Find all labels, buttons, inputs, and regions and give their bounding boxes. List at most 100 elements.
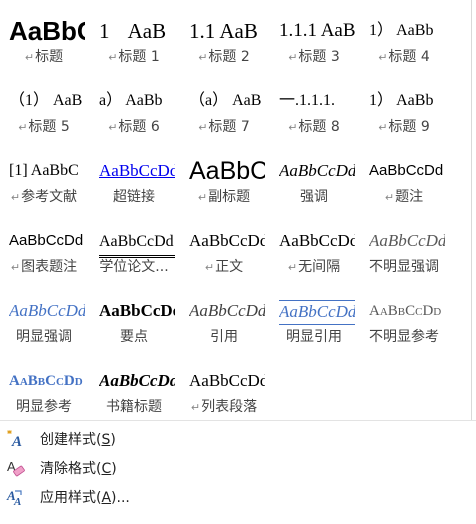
apply-style-icon: A A (6, 487, 26, 508)
style-normal[interactable]: AaBbCcDd ↵正文 (180, 216, 268, 282)
svg-text:A: A (11, 434, 22, 449)
style-heading-5[interactable]: （1） AaB ↵标题 5 (0, 76, 88, 142)
style-heading-8[interactable]: 一.1.1.1. ↵标题 8 (270, 76, 358, 142)
style-heading-7[interactable]: （a） AaB ↵标题 7 (180, 76, 268, 142)
paragraph-mark-icon: ↵ (108, 51, 118, 64)
svg-text:A: A (13, 496, 21, 507)
style-label: 不明显参考 (369, 329, 439, 345)
style-preview: AaBbCcDd (279, 231, 355, 250)
style-preview: AaBbCcDd (189, 231, 265, 250)
style-label: ↵标题 3 (288, 49, 340, 65)
style-label: ↵标题 9 (378, 119, 430, 135)
create-style-label: 创建样式(S) (40, 432, 116, 448)
style-preview: 1） AaBb (369, 92, 434, 109)
style-heading-2[interactable]: 1.1 AaB ↵标题 2 (180, 6, 268, 72)
style-preview: [1] AaBbC (9, 162, 79, 179)
style-quote[interactable]: AaBbCcDd 引用 (180, 286, 268, 352)
paragraph-mark-icon: ↵ (198, 121, 208, 134)
style-label: 强调 (300, 189, 328, 205)
style-label: ↵正文 (204, 259, 244, 275)
style-label: 不明显强调 (369, 259, 439, 275)
style-preview: AaBbCcDd (99, 301, 175, 320)
style-preview: AaBbCcDd (189, 301, 265, 320)
style-preview: AaBbCcDd (279, 300, 355, 325)
style-hyperlink[interactable]: AaBbCcDd 超链接 (90, 146, 178, 212)
style-strong[interactable]: AaBbCcDd 要点 (90, 286, 178, 352)
style-preview: 1 AaB (99, 19, 167, 43)
style-title[interactable]: AaBbC ↵标题 (0, 6, 88, 72)
paragraph-mark-icon: ↵ (190, 401, 201, 414)
style-label: 明显强调 (16, 329, 72, 345)
apply-style-label: 应用样式(A)... (40, 490, 130, 506)
style-label: ↵图表题注 (10, 259, 78, 275)
style-references[interactable]: [1] AaBbC ↵参考文献 (0, 146, 88, 212)
style-label: ↵题注 (384, 189, 424, 205)
style-label: 学位论文... (99, 259, 169, 275)
style-label: 书籍标题 (106, 399, 162, 415)
style-preview: AaBbCcDd (9, 373, 83, 389)
style-heading-4[interactable]: 1） AaBb ↵标题 4 (360, 6, 448, 72)
style-preview: （a） AaB (189, 92, 262, 109)
style-no-spacing[interactable]: AaBbCcDd ↵无间隔 (270, 216, 358, 282)
style-preview: a） AaBb (99, 92, 163, 109)
style-emphasis[interactable]: AaBbCcDd 强调 (270, 146, 358, 212)
paragraph-mark-icon: ↵ (18, 121, 28, 134)
style-preview: AaBbCcDd (369, 231, 445, 250)
style-label: ↵无间隔 (287, 259, 341, 275)
style-label: ↵标题 1 (108, 49, 160, 65)
style-subtitle[interactable]: AaBbC ↵副标题 (180, 146, 268, 212)
paragraph-mark-icon: ↵ (24, 51, 35, 64)
style-label: 明显引用 (286, 329, 342, 345)
style-preview: （1） AaB (9, 92, 83, 109)
style-label: ↵标题 (24, 49, 64, 65)
style-label: 要点 (120, 329, 148, 345)
style-label: ↵标题 5 (18, 119, 70, 135)
style-label: ↵标题 6 (108, 119, 160, 135)
style-intense-quote[interactable]: AaBbCcDd 明显引用 (270, 286, 358, 352)
create-style-icon: A (6, 429, 26, 450)
style-label: ↵副标题 (197, 189, 251, 205)
style-figure-caption[interactable]: AaBbCcDd ↵图表题注 (0, 216, 88, 282)
style-preview: AaBbCcDd (99, 371, 175, 390)
style-heading-9[interactable]: 1） AaBb ↵标题 9 (360, 76, 448, 142)
style-intense-emphasis[interactable]: AaBbCcDd 明显强调 (0, 286, 88, 352)
clear-format-menu-item[interactable]: A 清除格式(C) (0, 454, 476, 482)
style-label: ↵列表段落 (190, 399, 258, 415)
style-preview: AaBbCcDd (9, 232, 84, 249)
style-preview: AaBbCcDd (279, 161, 355, 180)
style-preview: 1.1.1 AaB (279, 20, 355, 41)
clear-format-label: 清除格式(C) (40, 461, 117, 477)
style-intense-reference[interactable]: AaBbCcDd 明显参考 (0, 356, 88, 422)
style-heading-6[interactable]: a） AaBb ↵标题 6 (90, 76, 178, 142)
apply-style-menu-item[interactable]: A A 应用样式(A)... (0, 483, 476, 511)
style-preview: AaBbCcDd (369, 303, 442, 319)
paragraph-mark-icon: ↵ (198, 51, 208, 64)
style-list-paragraph[interactable]: AaBbCcDd ↵列表段落 (180, 356, 268, 422)
menu-separator (0, 420, 476, 421)
paragraph-mark-icon: ↵ (287, 261, 298, 274)
style-label: 超链接 (113, 189, 155, 205)
paragraph-mark-icon: ↵ (378, 51, 388, 64)
style-preview: 一.1.1.1. (279, 92, 336, 109)
paragraph-mark-icon: ↵ (288, 121, 298, 134)
paragraph-mark-icon: ↵ (378, 121, 388, 134)
paragraph-mark-icon: ↵ (197, 191, 208, 204)
paragraph-mark-icon: ↵ (288, 51, 298, 64)
gallery-scrollbar-track[interactable] (471, 0, 472, 420)
style-heading-3[interactable]: 1.1.1 AaB ↵标题 3 (270, 6, 358, 72)
paragraph-mark-icon: ↵ (108, 121, 118, 134)
create-style-menu-item[interactable]: A 创建样式(S) (0, 425, 476, 453)
style-book-title[interactable]: AaBbCcDd 书籍标题 (90, 356, 178, 422)
style-label: 明显参考 (16, 399, 72, 415)
style-preview: AaBbCcDd (99, 231, 175, 258)
style-label: ↵标题 8 (288, 119, 340, 135)
style-caption[interactable]: AaBbCcDd ↵题注 (360, 146, 448, 212)
style-preview: AaBbC (189, 157, 265, 185)
style-label: 引用 (210, 329, 238, 345)
style-subtle-reference[interactable]: AaBbCcDd 不明显参考 (360, 286, 448, 352)
style-thesis[interactable]: AaBbCcDd 学位论文... (90, 216, 178, 282)
style-subtle-emphasis[interactable]: AaBbCcDd 不明显强调 (360, 216, 448, 282)
style-label: ↵参考文献 (10, 189, 78, 205)
clear-format-icon: A (6, 458, 26, 478)
style-heading-1[interactable]: 1 AaB ↵标题 1 (90, 6, 178, 72)
